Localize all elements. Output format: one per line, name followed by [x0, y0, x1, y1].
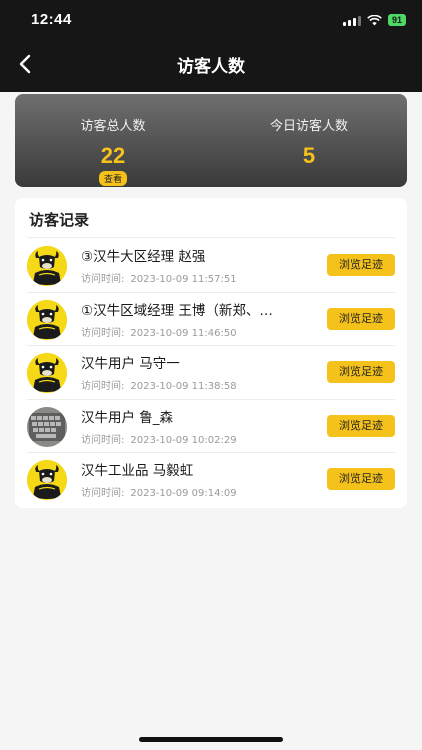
today-visitors-stat: 今日访客人数 5: [211, 94, 407, 167]
visit-time-value: 2023-10-09 11:46:50: [130, 327, 237, 339]
bull-logo-avatar: [27, 246, 67, 286]
visitor-stats-card: 访客总人数 22 查看 今日访客人数 5: [15, 94, 407, 187]
today-visitors-label: 今日访客人数: [269, 119, 348, 134]
nav-bar: 访客人数: [0, 44, 422, 90]
browse-trail-button[interactable]: 浏览足迹: [327, 254, 395, 276]
visit-time: 访问时间: 2023-10-09 09:14:09: [81, 484, 237, 499]
visitor-name: ①汉牛区域经理 王博（新郑、…: [81, 302, 273, 319]
top-bar: 12:44 91 访客人数: [0, 0, 422, 92]
visit-time-value: 2023-10-09 10:02:29: [130, 434, 237, 446]
visitor-record-row[interactable]: ③汉牛大区经理 赵强 访问时间: 2023-10-09 11:57:51 浏览足迹: [15, 238, 407, 292]
total-visitors-label: 访客总人数: [80, 119, 146, 134]
status-icons: 91: [342, 14, 406, 26]
visit-time-label: 访问时间:: [81, 327, 125, 339]
visitor-name: 汉牛工业品 马毅虹: [81, 463, 194, 479]
visit-time-label: 访问时间:: [81, 488, 125, 499]
bull-logo-avatar: [27, 460, 67, 500]
browse-trail-button[interactable]: 浏览足迹: [327, 307, 395, 330]
total-visitors-value: 22: [100, 143, 126, 168]
battery-icon: 91: [387, 14, 406, 26]
visit-time: 访问时间: 2023-10-09 11:57:51: [81, 270, 237, 285]
visit-time: 访问时间: 2023-10-09 11:46:50: [81, 324, 237, 339]
visit-time-label: 访问时间:: [81, 274, 125, 285]
visit-time-label: 访问时间:: [81, 434, 125, 446]
visitor-record-row[interactable]: 汉牛工业品 马毅虹 访问时间: 2023-10-09 09:14:09 浏览足迹: [15, 452, 407, 506]
visitor-record-list: ③汉牛大区经理 赵强 访问时间: 2023-10-09 11:57:51 浏览足迹…: [15, 238, 407, 506]
view-button[interactable]: 查看: [98, 171, 127, 186]
visitor-record-row[interactable]: 汉牛用户 鲁_森 访问时间: 2023-10-09 10:02:29 浏览足迹: [15, 398, 407, 453]
status-bar: 12:44 91: [0, 0, 422, 44]
visitor-name: 汉牛用户 鲁_森: [81, 409, 174, 426]
visit-time-value: 2023-10-09 11:38:58: [130, 381, 237, 392]
browse-trail-button[interactable]: 浏览足迹: [327, 468, 395, 490]
visitor-name: ③汉牛大区经理 赵强: [81, 249, 206, 265]
bull-logo-avatar: [27, 299, 67, 340]
status-time: 12:44: [31, 11, 72, 28]
today-visitors-value: 5: [302, 143, 316, 168]
signal-icon: [342, 15, 361, 26]
records-title: 访客记录: [29, 211, 90, 229]
visit-time-value: 2023-10-09 09:14:09: [130, 488, 237, 499]
page-title: 访客人数: [177, 57, 245, 77]
wifi-icon: [367, 14, 382, 25]
visit-time-label: 访问时间:: [81, 381, 125, 392]
browse-trail-button[interactable]: 浏览足迹: [327, 361, 395, 383]
visitor-record-row[interactable]: ①汉牛区域经理 王博（新郑、… 访问时间: 2023-10-09 11:46:50…: [15, 291, 407, 346]
visitor-records-card: 访客记录 ③汉牛大区经理 赵强 访问时间: 2023-10-09 11:57:51…: [15, 198, 407, 508]
visitor-record-row[interactable]: 汉牛用户 马守一 访问时间: 2023-10-09 11:38:58 浏览足迹: [15, 345, 407, 399]
visitor-name: 汉牛用户 马守一: [81, 356, 180, 372]
bull-logo-avatar: [27, 353, 67, 393]
browse-trail-button[interactable]: 浏览足迹: [327, 414, 395, 437]
total-visitors-stat: 访客总人数 22 查看: [15, 94, 211, 186]
visit-time: 访问时间: 2023-10-09 11:38:58: [81, 377, 237, 392]
home-indicator: [139, 737, 283, 742]
avatar-photo: [27, 406, 67, 447]
visit-time: 访问时间: 2023-10-09 10:02:29: [81, 431, 237, 446]
visit-time-value: 2023-10-09 11:57:51: [130, 274, 237, 285]
